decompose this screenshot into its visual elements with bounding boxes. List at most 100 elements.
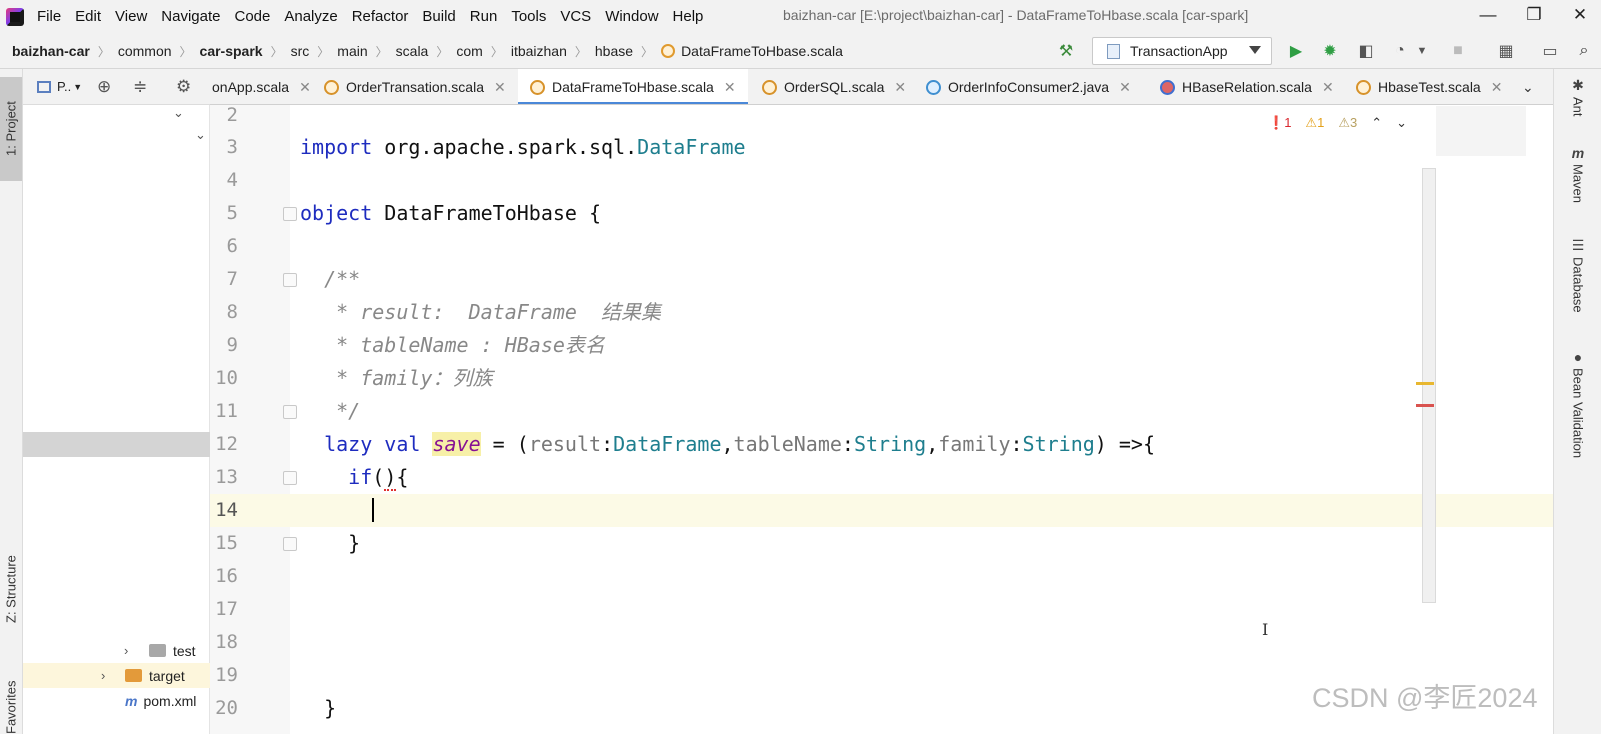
menu-run[interactable]: Run [463,8,505,25]
inspection-widget[interactable]: ❗1 ⚠1 ⚠3 ⌃ ⌄ [1268,115,1407,131]
breadcrumb-itbaizhan[interactable]: itbaizhan [511,43,567,59]
folder-icon [125,669,142,682]
build-hammer-icon[interactable]: ⚒ [1056,41,1076,61]
tree-item-label: pom.xml [143,692,197,709]
terminal-icon[interactable]: ▭ [1540,41,1560,61]
ant-icon: ✱ [1572,77,1584,93]
weak-warning-count: ⚠3 [1338,115,1358,130]
folder-icon [149,644,166,657]
intellij-logo-icon [6,7,24,26]
close-icon[interactable]: ✕ [894,79,906,96]
breadcrumb-hbase[interactable]: hbase [595,43,633,59]
selected-tree-row[interactable] [23,432,210,457]
project-view-icon [37,80,51,93]
project-tool-tab[interactable]: 1: Project [0,77,22,181]
breadcrumb-src[interactable]: src [291,43,310,59]
breadcrumb-common[interactable]: common [118,43,172,59]
menu-build[interactable]: Build [415,8,462,25]
bean-validation-tool-tab-label: Bean Validation [1570,368,1586,459]
fold-toggle-icon[interactable] [283,405,297,419]
coverage-icon[interactable]: ◧ [1356,41,1376,61]
menu-vcs[interactable]: VCS [553,8,598,25]
close-icon[interactable]: ✕ [1491,79,1503,96]
close-icon[interactable]: ✕ [1119,79,1131,96]
scala-class-icon [1160,79,1175,95]
favorites-tool-tab[interactable]: Favorites [0,669,22,734]
fold-toggle-icon[interactable] [283,537,297,551]
breadcrumb-module[interactable]: car-spark [200,43,263,59]
java-class-icon [926,79,941,95]
breadcrumb-scala[interactable]: scala [396,43,429,59]
database-tool-tab[interactable]: ☰ Database [1554,237,1601,313]
fold-toggle-icon[interactable] [283,207,297,221]
chevron-down-icon[interactable]: ⌄ [173,105,184,121]
project-panel-header: P.. ▼ ⊕ ≑ ⚙ [23,69,210,105]
minimize-icon[interactable]: — [1468,2,1508,28]
menu-tools[interactable]: Tools [504,8,553,25]
ant-tool-tab[interactable]: ✱ Ant [1554,77,1601,117]
menu-navigate[interactable]: Navigate [154,8,227,25]
menu-bar: File Edit View Navigate Code Analyze Ref… [0,0,1601,33]
chevron-down-icon: ▼ [73,81,83,92]
restore-icon[interactable]: ❐ [1514,2,1554,28]
structure-tool-tab[interactable]: Z: Structure [0,539,22,639]
search-icon[interactable]: ⌕ [1574,41,1594,61]
profile-dropdown-icon[interactable]: ▼ [1412,41,1432,61]
database-icon: ☰ [1571,237,1585,253]
chevron-up-icon[interactable]: ⌃ [1371,115,1382,131]
close-icon[interactable]: ✕ [299,79,311,96]
menu-file[interactable]: File [30,8,68,25]
scala-file-icon [762,79,777,95]
breadcrumb-com[interactable]: com [456,43,482,59]
breadcrumb-main[interactable]: main [337,43,367,59]
menu-code[interactable]: Code [227,8,277,25]
bean-validation-tool-tab[interactable]: ● Bean Validation [1554,349,1601,458]
code-line-7: 7 /** [210,263,1553,296]
fold-toggle-icon[interactable] [283,471,297,485]
locate-file-icon[interactable]: ⊕ [97,77,111,97]
run-configuration-select[interactable]: TransactionApp [1092,37,1272,65]
menu-edit[interactable]: Edit [68,8,108,25]
tab-label: OrderSQL.scala [784,79,885,95]
close-icon[interactable]: ✕ [724,79,736,96]
close-icon[interactable]: ✕ [1322,79,1334,96]
menu-view[interactable]: View [108,8,154,25]
editor-scrollbar[interactable] [1422,168,1436,603]
run-icon[interactable]: ▶ [1286,41,1306,61]
gear-icon[interactable]: ⚙ [176,77,191,97]
minimap[interactable] [1436,106,1526,156]
project-view-select[interactable]: P.. ▼ [37,79,82,94]
profile-icon[interactable]: ◔ [1390,41,1410,61]
menu-analyze[interactable]: Analyze [277,8,344,25]
code-editor[interactable]: 2 3 import org.apache.spark.sql.DataFram… [210,104,1553,734]
tree-item-pom[interactable]: m pom.xml [23,688,210,713]
stop-icon[interactable]: ■ [1448,41,1468,61]
tree-item-target[interactable]: › target [23,663,210,688]
project-structure-icon[interactable]: ▦ [1496,41,1516,61]
menu-help[interactable]: Help [666,8,711,25]
warning-marker[interactable] [1416,382,1434,385]
text-caret [372,498,375,522]
maven-tool-tab[interactable]: m Maven [1554,145,1601,203]
breadcrumb-file[interactable]: DataFrameToHbase.scala [681,43,843,59]
collapse-all-icon[interactable]: ≑ [133,77,147,97]
menu-window[interactable]: Window [598,8,665,25]
chevron-down-icon[interactable]: ⌄ [195,127,206,143]
chevron-down-icon[interactable]: ⌄ [1396,115,1407,131]
close-icon[interactable]: ✕ [1560,2,1600,28]
menu-refactor[interactable]: Refactor [345,8,416,25]
debug-icon[interactable]: ✹ [1320,41,1340,61]
close-icon[interactable]: ✕ [494,79,506,96]
code-line-5: 5 object DataFrameToHbase { [210,197,1553,230]
line-number: 19 [215,664,238,686]
fold-toggle-icon[interactable] [283,273,297,287]
breadcrumb: baizhan-car 〉 common 〉 car-spark 〉 src 〉 mai… [12,43,843,59]
tree-item-test[interactable]: › test [23,638,210,663]
code-line-6: 6 [210,230,1553,263]
chevron-right-icon[interactable]: › [101,668,105,683]
tree-item-label: target [149,667,185,684]
chevron-right-icon[interactable]: › [124,643,128,658]
error-marker[interactable] [1416,404,1434,407]
breadcrumb-project[interactable]: baizhan-car [12,43,90,59]
tab-label: HbaseTest.scala [1378,79,1481,95]
